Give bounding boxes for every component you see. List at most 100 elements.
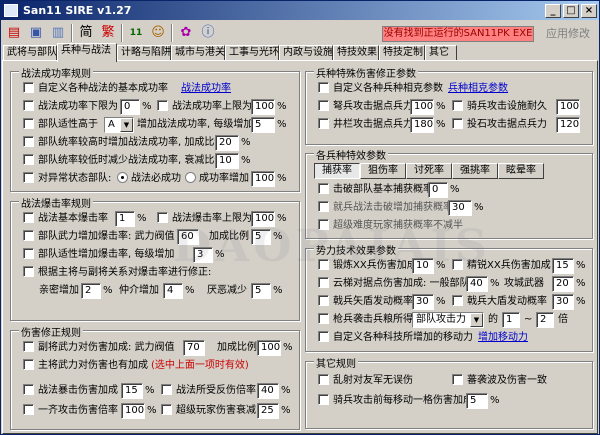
aptitude-select[interactable]: A ▼ xyxy=(104,117,134,133)
subtab-kill[interactable]: 讨死率 xyxy=(406,163,452,179)
mediator-input[interactable]: 4 xyxy=(163,283,183,299)
counter-damage-checkbox[interactable]: 战法所受反伤倍率 xyxy=(161,383,256,399)
always-success-radio[interactable]: 战法必成功 xyxy=(117,171,181,187)
high-command-checkbox[interactable]: 部队统率较高时增加战法成功率, 加成比例 xyxy=(23,135,224,151)
strength-critical-checkbox[interactable]: 部队武力增加爆击率: 武力阀值 xyxy=(23,229,175,245)
maximize-button[interactable]: □ xyxy=(563,4,579,18)
critical-damage-checkbox[interactable]: 战法暴击伤害加成 xyxy=(23,383,118,399)
min-success-checkbox[interactable]: 战法成功率下限为 xyxy=(23,99,118,115)
base-critical-input[interactable]: 1 xyxy=(115,211,135,227)
custom-counter-checkbox[interactable]: 自定义各种兵种相克参数 xyxy=(318,81,443,97)
character-face-icon[interactable]: ☺ xyxy=(148,23,168,43)
arrow-shield-checkbox[interactable]: 戟兵矢盾发动概率 xyxy=(318,294,413,310)
crossbow-base-checkbox[interactable]: 弩兵攻击据点兵力 xyxy=(318,99,413,115)
save-as-icon[interactable]: ▥ xyxy=(48,23,68,43)
raid-min-input[interactable]: 1 xyxy=(502,312,520,328)
no-friendly-fire-checkbox[interactable]: 乱射对友军无误伤 xyxy=(318,373,413,389)
spear-raid-checkbox[interactable]: 枪兵袭击兵粮所得 xyxy=(318,312,413,328)
base-capture-input[interactable]: 0 xyxy=(428,182,448,198)
success-increase-radio[interactable]: 成功率增加 xyxy=(185,171,249,187)
tower-base-input[interactable]: 180 xyxy=(410,117,434,133)
elite-damage-input[interactable]: 15 xyxy=(552,258,574,274)
custom-success-rate-checkbox[interactable]: 自定义各种战法的基本成功率 xyxy=(23,81,168,97)
tactic-capture-input[interactable]: 30 xyxy=(448,200,472,216)
tab-cities-ports[interactable]: 城市与港关 xyxy=(171,45,225,61)
intimate-input[interactable]: 2 xyxy=(81,283,101,299)
aptitude-bonus-input[interactable]: 5 xyxy=(251,117,275,133)
joint-attack-input[interactable]: 100 xyxy=(121,403,145,419)
tab-domestic-facilities[interactable]: 内政与设施 xyxy=(279,45,333,61)
base-capture-checkbox[interactable]: 击破部队基本捕获概率 xyxy=(318,182,433,198)
tab-troops-tactics[interactable]: 兵种与战法 xyxy=(57,43,117,62)
settings-icon[interactable]: ✿ xyxy=(176,23,196,43)
san11-game-icon[interactable]: 11 xyxy=(126,23,146,43)
tactic-capture-checkbox[interactable]: 就兵战法击破增加捕获概率 xyxy=(318,200,453,216)
aptitude-bonus-checkbox[interactable]: 部队适性高于 xyxy=(23,117,98,133)
subtab-stun[interactable]: 眩晕率 xyxy=(498,163,544,179)
simplified-chinese-button[interactable]: 简 xyxy=(76,23,96,43)
raid-basis-select[interactable]: 部队攻击力 ▼ xyxy=(412,312,484,328)
raid-max-input[interactable]: 2 xyxy=(536,312,554,328)
super-difficulty-capture-checkbox[interactable]: 超级难度玩家捕获概率不减半 xyxy=(318,218,463,234)
tab-generals-units[interactable]: 武将与部队 xyxy=(3,45,57,61)
deputy-ratio-input[interactable]: 100 xyxy=(257,340,281,356)
abnormal-status-checkbox[interactable]: 对异常状态部队: xyxy=(23,171,111,187)
tab-skill-custom[interactable]: 特技定制 xyxy=(379,45,425,61)
tab-works-aura[interactable]: 工事与光环 xyxy=(225,45,279,61)
open-file-icon[interactable]: ▤ xyxy=(4,23,24,43)
relation-critical-checkbox[interactable]: 根据主将与副将关系对爆击率进行修正: xyxy=(23,265,211,281)
success-increase-input[interactable]: 100 xyxy=(251,171,275,187)
trained-damage-input[interactable]: 10 xyxy=(412,258,434,274)
big-shield-checkbox[interactable]: 戟兵大盾发动概率 xyxy=(452,294,547,310)
tab-skill-effects[interactable]: 特技效果 xyxy=(333,45,379,61)
max-critical-input[interactable]: 100 xyxy=(251,211,275,227)
max-critical-checkbox[interactable]: 战法爆击率上限为 xyxy=(157,211,252,227)
ladder-normal-input[interactable]: 40 xyxy=(466,276,488,292)
deputy-strength-checkbox[interactable]: 副将武力对伤害加成: 武力阀值 xyxy=(23,340,175,356)
cavalry-facility-checkbox[interactable]: 骑兵攻击设施耐久 xyxy=(452,99,547,115)
save-icon[interactable]: ▣ xyxy=(26,23,46,43)
barbarian-damage-checkbox[interactable]: 蕃袭波及伤害一致 xyxy=(452,373,547,389)
ladder-damage-checkbox[interactable]: 云梯对据点伤害加成: 一般部队 xyxy=(318,276,470,292)
base-critical-checkbox[interactable]: 战法基本爆击率 xyxy=(23,211,108,227)
ladder-siege-input[interactable]: 20 xyxy=(552,276,574,292)
joint-attack-checkbox[interactable]: 一齐攻击伤害倍率 xyxy=(23,403,118,419)
custom-move-checkbox[interactable]: 自定义各种科技所增加的移动力 xyxy=(318,330,473,346)
arrow-shield-input[interactable]: 30 xyxy=(412,294,434,310)
strength-ratio-input[interactable]: 5 xyxy=(251,229,271,245)
max-success-input[interactable]: 100 xyxy=(251,99,275,115)
main-strength-checkbox[interactable]: 主将武力对伤害也有加成 xyxy=(23,358,148,374)
subtab-snipe[interactable]: 狙伤率 xyxy=(360,163,406,179)
hate-input[interactable]: 5 xyxy=(251,283,271,299)
cavalry-move-damage-input[interactable]: 5 xyxy=(466,393,488,409)
critical-damage-input[interactable]: 15 xyxy=(121,383,143,399)
elite-damage-checkbox[interactable]: 精锐XX兵伤害加成 xyxy=(452,258,551,274)
catapult-base-checkbox[interactable]: 投石攻击据点兵力 xyxy=(452,117,547,133)
catapult-base-input[interactable]: 120 xyxy=(556,117,580,133)
info-icon[interactable]: ⓘ xyxy=(198,23,218,43)
tab-others[interactable]: 其它 xyxy=(425,45,457,61)
subtab-capture[interactable]: 捕获率 xyxy=(314,163,360,179)
deputy-threshold-input[interactable]: 70 xyxy=(183,340,205,356)
low-command-input[interactable]: 10 xyxy=(215,153,239,169)
move-power-link[interactable]: 增加移动力 xyxy=(478,330,528,346)
big-shield-input[interactable]: 30 xyxy=(552,294,574,310)
apply-changes-button[interactable]: 应用修改 xyxy=(538,24,598,44)
counter-params-link[interactable]: 兵种相克参数 xyxy=(448,81,508,97)
tab-strategies-traps[interactable]: 计略与陷阱 xyxy=(117,45,171,61)
crossbow-base-input[interactable]: 100 xyxy=(410,99,434,115)
low-command-checkbox[interactable]: 部队统率较低时减少战法成功率, 衰减比例 xyxy=(23,153,224,169)
strength-threshold-input[interactable]: 60 xyxy=(177,229,199,245)
max-success-checkbox[interactable]: 战法成功率上限为 xyxy=(157,99,252,115)
cavalry-move-damage-checkbox[interactable]: 骑兵攻击前每移动一格伤害加成 xyxy=(318,393,473,409)
cavalry-facility-input[interactable]: 100 xyxy=(556,99,580,115)
minimize-button[interactable]: _ xyxy=(545,4,561,18)
tower-base-checkbox[interactable]: 井栏攻击据点兵力 xyxy=(318,117,413,133)
min-success-input[interactable]: 0 xyxy=(120,99,140,115)
success-rate-link[interactable]: 战法成功率 xyxy=(181,81,231,97)
high-command-input[interactable]: 20 xyxy=(215,135,239,151)
super-player-checkbox[interactable]: 超级玩家伤害衰减 xyxy=(161,403,256,419)
super-player-input[interactable]: 25 xyxy=(257,403,279,419)
counter-damage-input[interactable]: 40 xyxy=(257,383,279,399)
aptitude-critical-input[interactable]: 3 xyxy=(193,247,213,263)
